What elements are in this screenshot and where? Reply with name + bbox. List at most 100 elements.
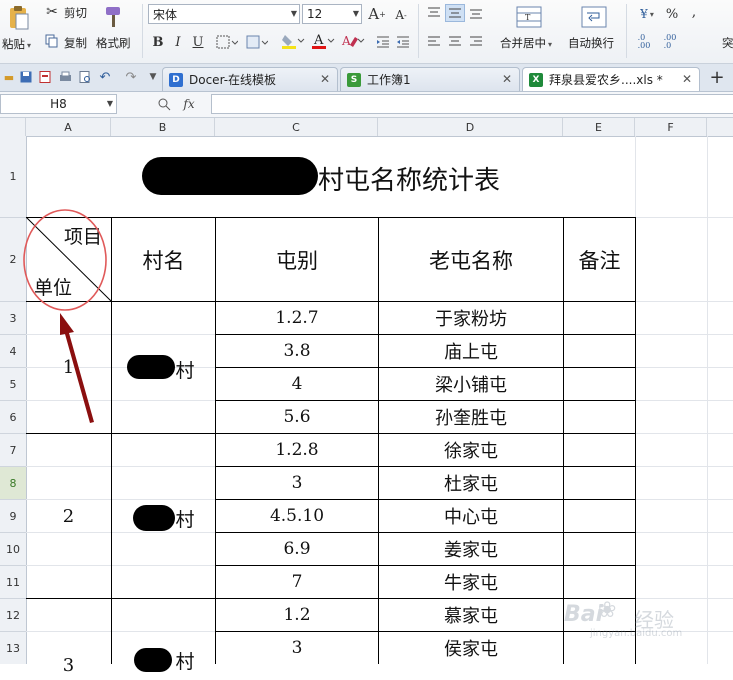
excel-icon: X: [529, 72, 543, 87]
cutoff-label: 突: [722, 36, 733, 50]
column-header-b[interactable]: B: [111, 118, 215, 136]
borders-icon[interactable]: [214, 33, 240, 51]
group-cell: 1.2.7: [275, 308, 319, 328]
align-right-icon[interactable]: [467, 33, 485, 49]
close-icon[interactable]: ✕: [502, 72, 512, 86]
tab-docer[interactable]: D Docer-在线模板 ✕: [162, 67, 338, 91]
cut-button[interactable]: 剪切: [64, 5, 87, 21]
indent-icon[interactable]: [374, 33, 392, 51]
export-pdf-icon[interactable]: [38, 70, 52, 84]
row-header-selected[interactable]: 8: [0, 467, 26, 500]
align-top-icon[interactable]: [425, 5, 443, 21]
header-group: 屯别: [276, 248, 318, 273]
format-painter-button[interactable]: 格式刷: [96, 35, 131, 51]
row-header[interactable]: 5: [0, 368, 26, 401]
old-name-cell: 中心屯: [444, 507, 498, 528]
undo-icon[interactable]: ↶: [98, 70, 112, 85]
column-header-e[interactable]: E: [563, 118, 635, 136]
old-name-cell: 杜家屯: [444, 474, 498, 495]
column-header-c[interactable]: C: [215, 118, 378, 136]
redo-icon[interactable]: ↷: [124, 70, 138, 85]
close-icon[interactable]: ✕: [320, 72, 330, 86]
copy-button[interactable]: 复制: [64, 35, 87, 51]
column-header-a[interactable]: A: [26, 118, 111, 136]
row-header[interactable]: 11: [0, 566, 26, 599]
grow-font-button[interactable]: A +: [368, 4, 386, 24]
currency-icon[interactable]: ¥ ▾: [634, 5, 660, 23]
column-header-g[interactable]: [707, 118, 733, 136]
column-header-f[interactable]: F: [635, 118, 707, 136]
print-icon[interactable]: [58, 70, 72, 84]
align-center-icon[interactable]: [446, 33, 464, 49]
underline-button[interactable]: U: [190, 33, 206, 51]
new-tab-icon[interactable]: +: [708, 67, 726, 88]
outdent-icon[interactable]: [394, 33, 412, 51]
zoom-search-icon[interactable]: [156, 96, 172, 112]
percent-button[interactable]: %: [664, 5, 680, 23]
row-header[interactable]: 12: [0, 599, 26, 632]
paste-button[interactable]: 粘贴 ▾: [2, 36, 31, 52]
old-name-cell: 梁小铺屯: [435, 375, 507, 396]
wrap-text-icon[interactable]: [580, 4, 608, 30]
header-old-name: 老屯名称: [429, 248, 513, 273]
wrap-text-button[interactable]: 自动换行: [568, 35, 614, 51]
close-icon[interactable]: ✕: [682, 72, 692, 86]
formula-bar: H8 ▼ fx: [0, 92, 733, 118]
folder-icon[interactable]: ▬: [2, 70, 16, 84]
copy-icon[interactable]: [44, 33, 60, 49]
font-color-icon[interactable]: A: [310, 31, 336, 51]
increase-decimal-icon[interactable]: .0.00: [634, 33, 654, 51]
row-header[interactable]: 13: [0, 632, 26, 665]
old-name-cell: 于家粉坊: [435, 309, 507, 330]
redacted-blot: [133, 505, 175, 531]
shrink-font-button[interactable]: A-: [392, 6, 410, 24]
clear-format-icon[interactable]: A: [340, 31, 366, 51]
select-all-corner[interactable]: [0, 118, 26, 136]
header-remark: 备注: [578, 248, 621, 273]
italic-button[interactable]: I: [170, 33, 186, 51]
unit-number: 3: [62, 654, 75, 676]
quick-access-dropdown-icon[interactable]: ▼: [146, 70, 160, 84]
row-header[interactable]: 9: [0, 500, 26, 533]
scissors-icon[interactable]: ✂: [44, 4, 60, 20]
cell-style-icon[interactable]: [244, 33, 270, 51]
group-cell: 3: [291, 473, 303, 493]
group-cell: 1.2.8: [275, 440, 319, 460]
font-size-select[interactable]: 12 ▼: [302, 4, 362, 24]
old-name-cell: 牛家屯: [444, 573, 498, 594]
group-cell: 4: [291, 374, 303, 394]
baidu-watermark: ❀ Bai 经验 jingyan.baidu.com: [560, 598, 730, 642]
name-box[interactable]: H8 ▼: [0, 94, 117, 114]
fill-color-icon[interactable]: [280, 31, 306, 51]
fx-button[interactable]: fx: [180, 95, 198, 113]
column-header-d[interactable]: D: [378, 118, 563, 136]
row-header[interactable]: 6: [0, 401, 26, 434]
group-cell: 6.9: [283, 539, 311, 559]
row-header[interactable]: 10: [0, 533, 26, 566]
header-village: 村名: [142, 248, 185, 273]
save-icon[interactable]: [19, 70, 33, 84]
svg-text:A: A: [341, 34, 351, 48]
align-left-icon[interactable]: [425, 33, 443, 49]
merge-center-icon[interactable]: T: [515, 4, 543, 30]
tab-active-document[interactable]: X 拜泉县爱农乡....xls * ✕: [522, 67, 700, 91]
format-painter-icon[interactable]: [102, 4, 126, 30]
ribbon-divider: [626, 4, 627, 58]
print-preview-icon[interactable]: [78, 70, 92, 84]
old-name-cell: 慕家屯: [444, 606, 498, 627]
village-suffix: 村: [175, 359, 195, 382]
merge-center-button[interactable]: 合并居中 ▾: [500, 35, 552, 51]
tab-workbook1[interactable]: S 工作簿1 ✕: [340, 67, 520, 91]
row-header[interactable]: 7: [0, 434, 26, 467]
comma-button[interactable]: ,: [688, 3, 700, 21]
old-name-cell: 徐家屯: [444, 441, 498, 462]
paste-icon[interactable]: [6, 4, 32, 32]
decrease-decimal-icon[interactable]: .00.0: [660, 33, 680, 51]
font-name-select[interactable]: 宋体 ▼: [148, 4, 300, 24]
align-middle-icon[interactable]: [445, 4, 465, 22]
village-suffix: 村: [175, 650, 195, 673]
row-header[interactable]: 4: [0, 335, 26, 368]
formula-input[interactable]: [211, 94, 733, 114]
align-bottom-icon[interactable]: [467, 5, 485, 21]
bold-button[interactable]: B: [150, 33, 166, 51]
